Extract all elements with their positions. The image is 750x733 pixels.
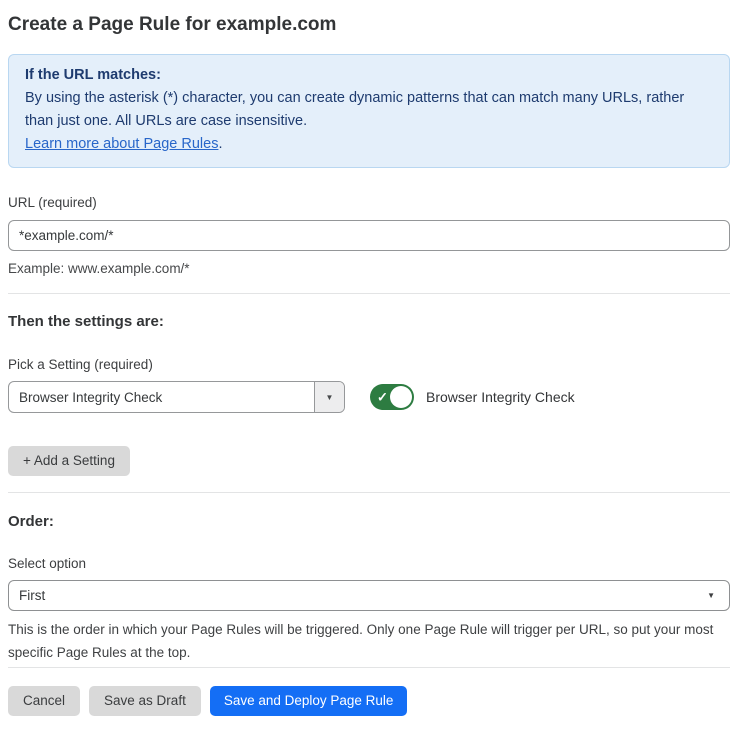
divider xyxy=(8,293,730,294)
check-icon: ✓ xyxy=(377,391,388,404)
toggle-knob xyxy=(390,386,412,408)
toggle-label: Browser Integrity Check xyxy=(426,389,575,405)
order-select-value: First xyxy=(9,588,729,603)
learn-more-link[interactable]: Learn more about Page Rules xyxy=(25,136,218,152)
page-rule-form: Create a Page Rule for example.com If th… xyxy=(0,13,750,716)
setting-dropdown-value: Browser Integrity Check xyxy=(9,382,314,412)
link-suffix: . xyxy=(218,136,222,152)
chevron-down-icon: ▼ xyxy=(707,591,715,600)
add-setting-button[interactable]: + Add a Setting xyxy=(8,446,130,476)
url-field-label: URL (required) xyxy=(8,195,730,211)
info-box-body: By using the asterisk (*) character, you… xyxy=(25,87,713,133)
page-title: Create a Page Rule for example.com xyxy=(8,13,730,37)
url-example-helper: Example: www.example.com/* xyxy=(8,260,730,277)
divider xyxy=(8,667,730,668)
save-as-draft-button[interactable]: Save as Draft xyxy=(89,686,201,716)
order-select-label: Select option xyxy=(8,556,730,572)
url-input[interactable] xyxy=(8,220,730,251)
setting-controls-row: Browser Integrity Check ▼ ✓ Browser Inte… xyxy=(8,381,730,413)
settings-section-heading: Then the settings are: xyxy=(8,313,730,331)
save-and-deploy-button[interactable]: Save and Deploy Page Rule xyxy=(210,686,408,716)
order-helper-text: This is the order in which your Page Rul… xyxy=(8,618,730,664)
chevron-down-icon: ▼ xyxy=(326,393,334,402)
url-match-info-box: If the URL matches: By using the asteris… xyxy=(8,54,730,168)
info-box-link-line: Learn more about Page Rules. xyxy=(25,133,713,156)
footer-button-row: Cancel Save as Draft Save and Deploy Pag… xyxy=(8,686,730,716)
info-box-heading: If the URL matches: xyxy=(25,64,713,87)
setting-dropdown[interactable]: Browser Integrity Check ▼ xyxy=(8,381,345,413)
order-section-heading: Order: xyxy=(8,513,730,531)
divider xyxy=(8,492,730,493)
setting-dropdown-arrow-button[interactable]: ▼ xyxy=(314,382,344,412)
cancel-button[interactable]: Cancel xyxy=(8,686,80,716)
pick-setting-label: Pick a Setting (required) xyxy=(8,357,730,373)
browser-integrity-toggle[interactable]: ✓ xyxy=(370,384,414,410)
order-select[interactable]: First ▼ xyxy=(8,580,730,611)
